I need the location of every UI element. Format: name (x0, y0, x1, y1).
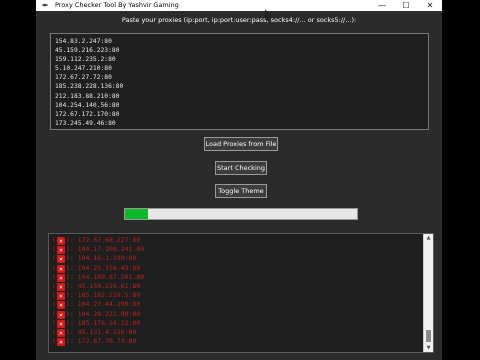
result-proxy-text: : 104.25.158.43:80 (69, 263, 141, 272)
x-mark-icon: ✕ (56, 283, 65, 292)
proxy-line: 104.254.140.56:80 (55, 101, 120, 109)
result-row: (✕): 104.160.87.201:80 (52, 273, 144, 282)
x-mark-icon: ✕ (56, 273, 65, 282)
result-row: (✕): 45.131.4.136:80 (52, 328, 144, 338)
result-proxy-text: : 104.160.87.201:80 (69, 272, 145, 281)
result-row: (✕): 185.162.229.5:80 (52, 291, 144, 301)
proxy-input-label: Paste your proxies (ip:port, ip:port:use… (121, 16, 357, 24)
result-proxy-text: : 104.17.108.241:80 (69, 245, 145, 254)
x-mark-icon: ✕ (56, 246, 65, 255)
start-checking-button[interactable]: Start Checking (215, 161, 267, 175)
result-proxy-text: : 185.162.229.5:80 (69, 291, 141, 300)
proxy-list: 154.83.2.247:80 45.159.216.223:80 159.112.… (55, 37, 123, 128)
result-bracket: ( (52, 282, 56, 291)
result-proxy-text: : 104.27.44.190:80 (69, 300, 141, 309)
result-bracket: ( (52, 300, 56, 309)
result-bracket: ( (52, 337, 56, 346)
proxy-line: 173.245.49.46:80 (55, 119, 116, 127)
results-scrollbar[interactable]: ▲ ▼ (423, 234, 433, 352)
progress-bar (124, 208, 358, 220)
minimize-button[interactable]: — (370, 0, 394, 11)
result-row: (✕): 45.159.216.61:80 (52, 282, 144, 292)
close-button[interactable]: ✕ (418, 0, 442, 11)
result-bracket: ( (52, 318, 56, 327)
x-mark-icon: ✕ (56, 301, 65, 310)
window-title: Proxy Checker Tool By Yashvir Gaming (55, 1, 179, 9)
result-bracket: ( (52, 328, 56, 337)
x-mark-icon: ✕ (56, 292, 65, 301)
x-mark-icon: ✕ (56, 310, 65, 319)
proxy-input-textarea[interactable]: 154.83.2.247:80 45.159.216.223:80 159.112.… (50, 33, 429, 130)
result-proxy-text: : 45.131.4.136:80 (69, 328, 137, 337)
x-mark-icon: ✕ (56, 264, 65, 273)
result-bracket: ( (52, 291, 56, 300)
x-mark-icon: ✕ (56, 338, 65, 347)
result-proxy-text: : 104.28.222.90:80 (69, 309, 141, 318)
progress-fill (125, 209, 149, 219)
result-row: (✕): 104.28.222.90:80 (52, 310, 144, 319)
proxy-line: 5.10.247.210:80 (55, 65, 112, 73)
toggle-theme-button[interactable]: Toggle Theme (215, 184, 267, 198)
result-bracket: ( (52, 254, 56, 263)
result-row: (✕): 104.25.158.43:80 (52, 264, 144, 273)
scroll-up-arrow-icon[interactable]: ▲ (424, 234, 433, 242)
result-row: (✕): 185.176.24.12:80 (52, 319, 144, 328)
x-mark-icon: ✕ (56, 319, 65, 328)
feather-icon: ✒ (42, 1, 49, 10)
proxy-line: 154.83.2.247:80 (55, 38, 112, 45)
result-proxy-text: : 104.16.1.199:80 (69, 254, 137, 263)
results-list: (✕): 172.67.68.227:80(✕): 104.17.108.241… (52, 236, 145, 347)
result-proxy-text: : 172.67.68.227:80 (69, 236, 141, 244)
result-row: (✕): 172.67.68.227:80 (52, 236, 144, 245)
scrollbar-thumb[interactable] (426, 330, 431, 342)
x-mark-icon: ✕ (56, 255, 65, 264)
result-proxy-text: : 45.159.216.61:80 (69, 282, 141, 291)
maximize-button[interactable]: ☐ (394, 0, 418, 11)
x-mark-icon: ✕ (56, 237, 65, 245)
proxy-line: 212.183.88.210:80 (55, 92, 120, 100)
results-panel[interactable]: (✕): 172.67.68.227:80(✕): 104.17.108.241… (48, 233, 434, 353)
load-proxies-button[interactable]: Load Proxies from File (204, 137, 278, 151)
result-proxy-text: : 172.67.70.79:80 (69, 337, 137, 346)
proxy-line: 185.238.228.136:80 (55, 83, 124, 91)
result-row: (✕): 104.17.108.241:80 (52, 245, 145, 255)
result-bracket: ( (52, 272, 56, 281)
result-bracket: ( (52, 309, 56, 318)
result-bracket: ( (52, 236, 56, 244)
proxy-line: 159.112.235.2:80 (55, 56, 116, 64)
proxy-line: 45.159.216.223:80 (55, 47, 120, 55)
app-window: ✒ Proxy Checker Tool By Yashvir Gaming —… (36, 0, 442, 360)
result-row: (✕): 172.67.70.79:80 (52, 337, 144, 347)
proxy-line: 172.67.27.72:80 (55, 74, 112, 82)
result-bracket: ( (52, 263, 56, 272)
x-mark-icon: ✕ (56, 329, 65, 338)
result-row: (✕): 104.27.44.190:80 (52, 300, 144, 310)
title-bar[interactable]: ✒ Proxy Checker Tool By Yashvir Gaming —… (36, 0, 442, 11)
result-row: (✕): 104.16.1.199:80 (52, 254, 144, 264)
result-proxy-text: : 185.176.24.12:80 (69, 318, 141, 327)
proxy-line: 172.67.172.170:80 (55, 110, 120, 118)
scroll-down-arrow-icon[interactable]: ▼ (424, 344, 433, 352)
result-bracket: ( (52, 245, 56, 254)
